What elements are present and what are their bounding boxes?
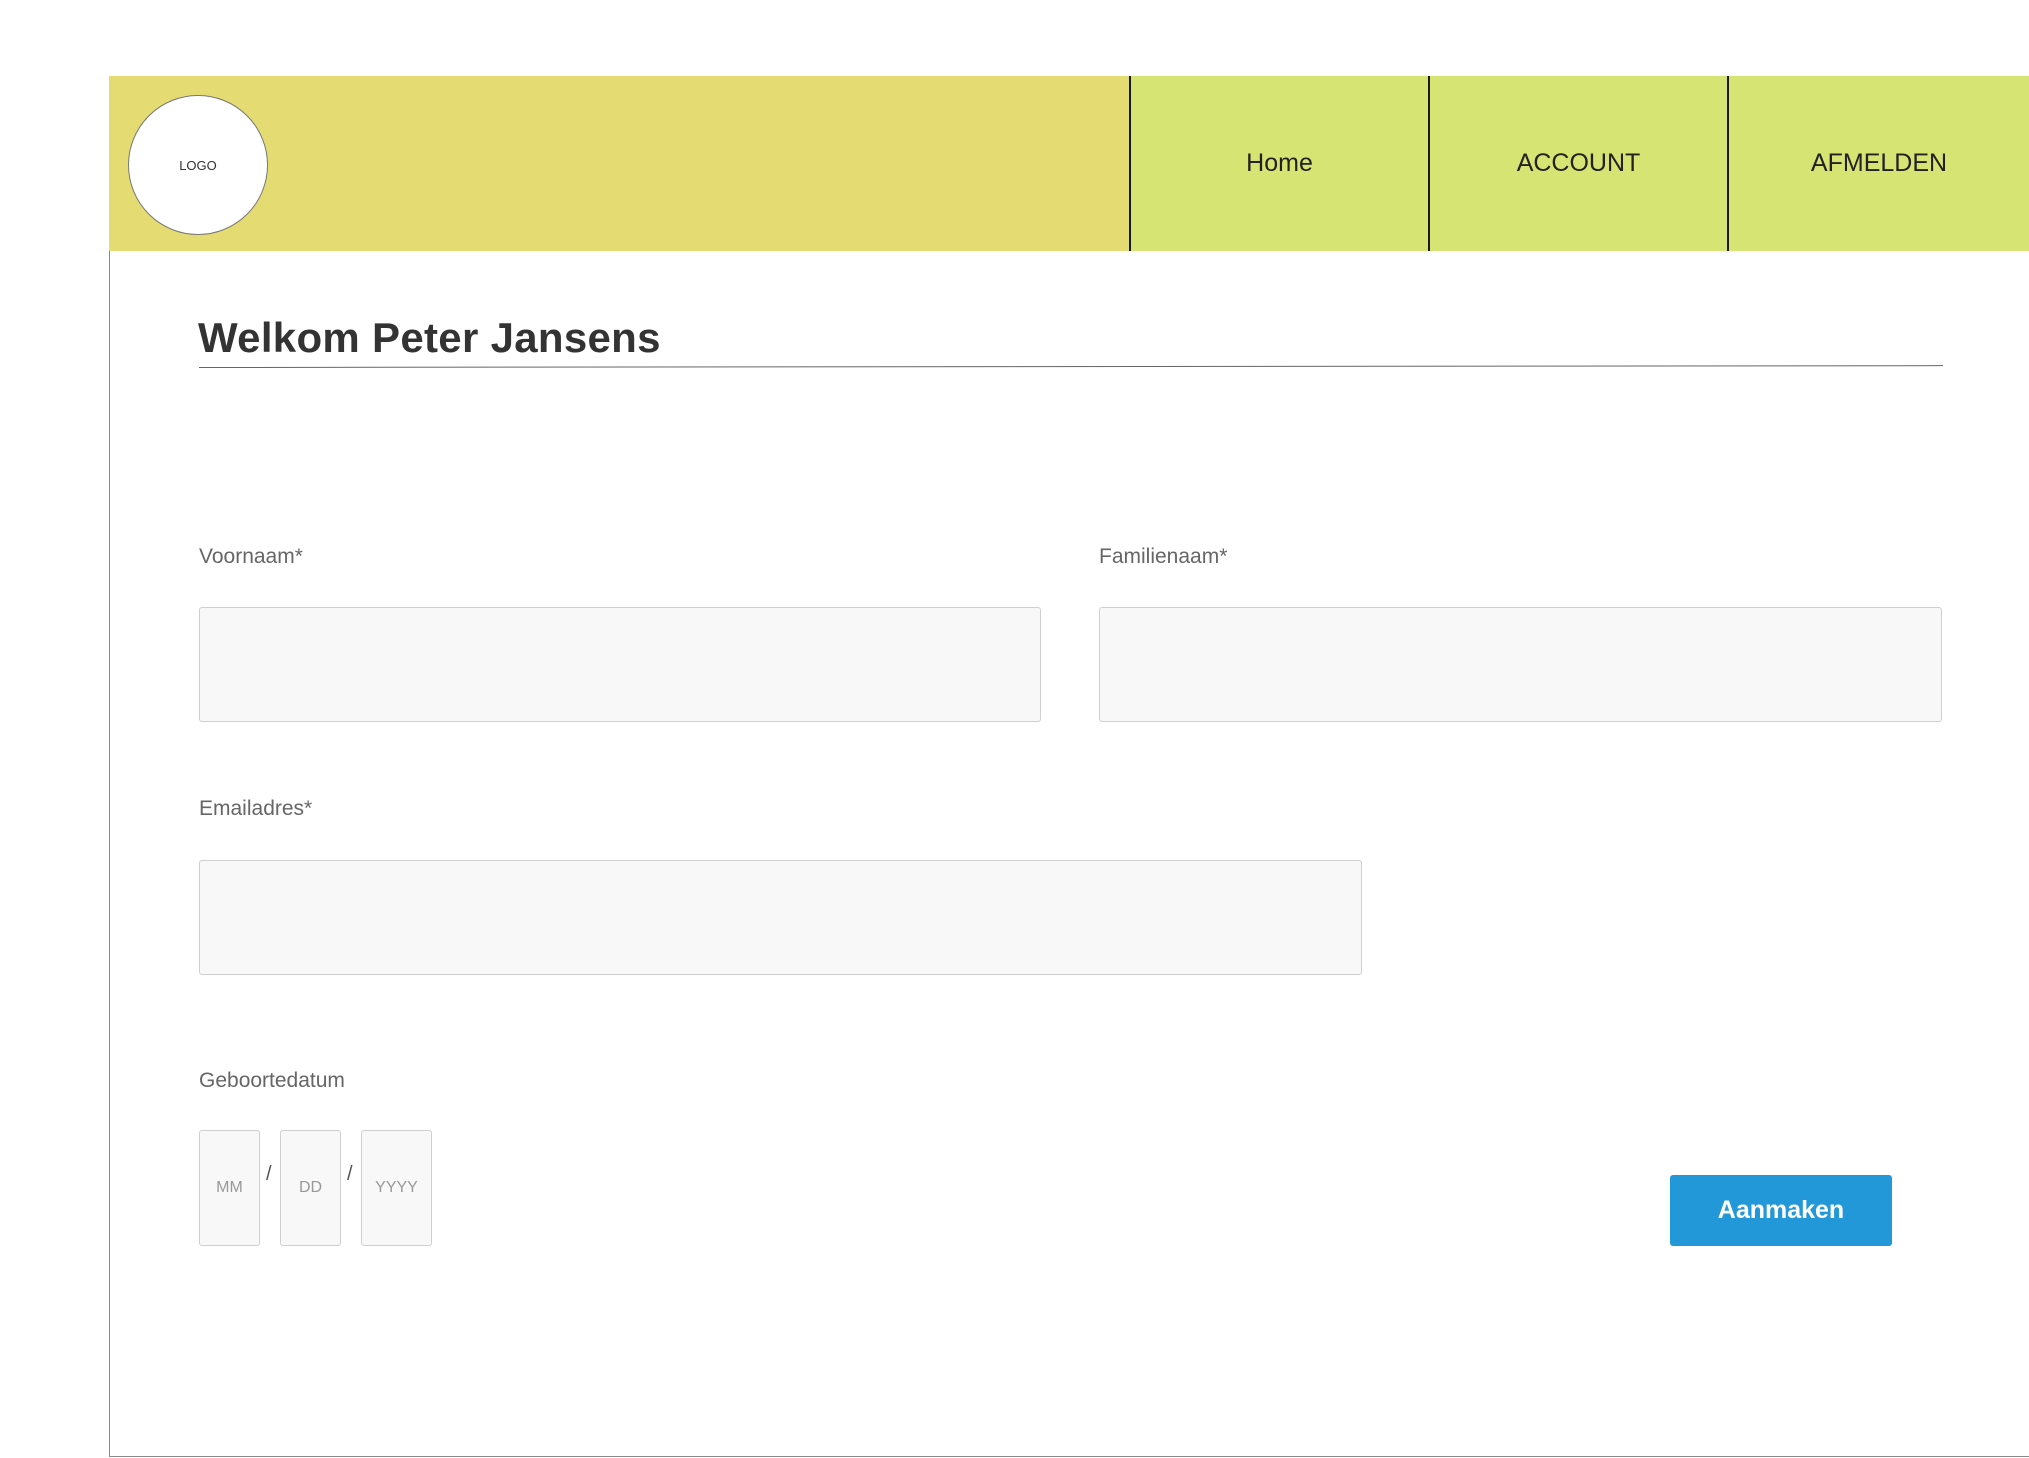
birth-month-field[interactable] (199, 1130, 260, 1246)
first-name-label: Voornaam* (199, 545, 303, 568)
main-nav: Home ACCOUNT AFMELDEN (1129, 76, 2029, 251)
birth-year-field[interactable] (361, 1130, 432, 1246)
birth-day-field[interactable] (280, 1130, 341, 1246)
logo-text: LOGO (179, 157, 217, 173)
email-label: Emailadres* (199, 797, 313, 820)
last-name-field[interactable] (1099, 607, 1942, 722)
date-separator: / (266, 1163, 272, 1185)
page-title: Welkom Peter Jansens (198, 314, 661, 361)
nav-item-account[interactable]: ACCOUNT (1428, 76, 1727, 251)
header-bar: LOGO Home ACCOUNT AFMELDEN (109, 76, 2029, 251)
nav-item-home[interactable]: Home (1129, 76, 1428, 251)
create-button[interactable]: Aanmaken (1670, 1175, 1892, 1246)
logo-area: LOGO (109, 76, 1129, 251)
page-frame (109, 76, 2029, 1457)
birthdate-label: Geboortedatum (199, 1069, 345, 1092)
email-field[interactable] (199, 860, 1362, 975)
first-name-field[interactable] (199, 607, 1041, 722)
last-name-label: Familienaam* (1099, 545, 1228, 568)
logo[interactable]: LOGO (128, 95, 268, 235)
date-separator: / (347, 1163, 353, 1185)
nav-item-afmelden[interactable]: AFMELDEN (1727, 76, 2029, 251)
